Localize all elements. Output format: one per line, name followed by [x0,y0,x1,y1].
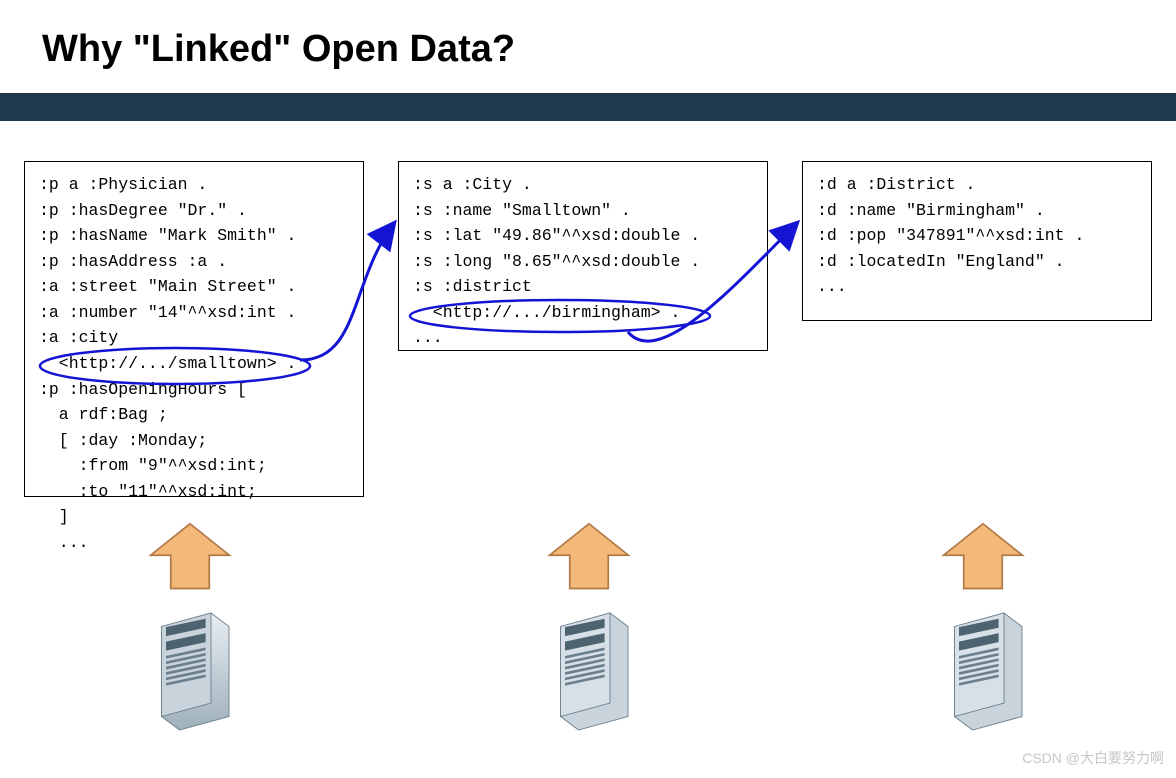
district-panel: :d a :District . :d :name "Birmingham" .… [802,161,1152,321]
code-block-mid: :s a :City . :s :name "Smalltown" . :s :… [413,175,700,347]
header-bar [0,93,1176,121]
code-block-right: :d a :District . :d :name "Birmingham" .… [817,175,1084,296]
server-icon [941,602,1031,732]
up-arrow-icon [938,522,1028,592]
server-icon [148,602,238,732]
panel-row: :p a :Physician . :p :hasDegree "Dr." . … [0,121,1176,497]
city-panel: :s a :City . :s :name "Smalltown" . :s :… [398,161,768,351]
code-block-left: :p a :Physician . :p :hasDegree "Dr." . … [39,175,296,552]
up-arrow-icon [145,522,235,592]
watermark: CSDN @大白要努力啊 [1022,748,1164,768]
server-icon [547,602,637,732]
up-arrow-icon [544,522,634,592]
physician-panel: :p a :Physician . :p :hasDegree "Dr." . … [24,161,364,497]
page-title: Why "Linked" Open Data? [0,0,1176,71]
